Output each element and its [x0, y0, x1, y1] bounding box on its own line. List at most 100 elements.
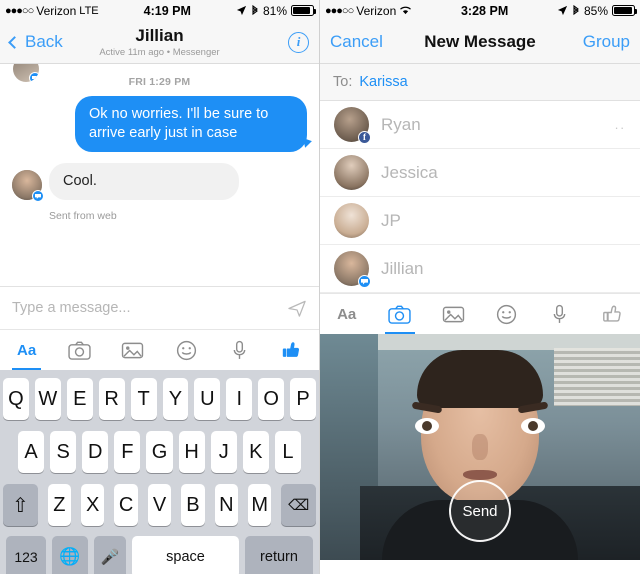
key-l[interactable]: L	[274, 431, 301, 473]
key-w[interactable]: W	[34, 378, 61, 420]
sticker-smiley-icon[interactable]	[480, 294, 533, 334]
key-n[interactable]: N	[214, 484, 238, 526]
camera-icon[interactable]	[53, 330, 106, 370]
cancel-button[interactable]: Cancel	[330, 32, 383, 52]
to-label: To:	[333, 74, 353, 90]
list-item[interactable]: Jillian	[320, 245, 640, 293]
avatar	[334, 251, 371, 288]
key-b[interactable]: B	[181, 484, 205, 526]
battery-icon	[612, 5, 637, 16]
recipient-value[interactable]: Karissa	[359, 74, 407, 90]
send-arrow-icon[interactable]	[288, 299, 307, 318]
back-label: Back	[25, 32, 63, 51]
microphone-icon[interactable]	[533, 294, 586, 334]
globe-icon[interactable]: 🌐	[52, 536, 88, 574]
keyboard-row-3: ⇧ Z X C V B N M ⌫	[3, 484, 317, 526]
aa-text-icon[interactable]: Aa	[0, 330, 53, 370]
location-arrow-icon	[557, 5, 568, 16]
aa-text-icon[interactable]: Aa	[320, 294, 373, 334]
list-item[interactable]: Jessica	[320, 149, 640, 197]
selfie-mouth	[463, 470, 497, 480]
bluetooth-icon	[251, 4, 259, 17]
key-m[interactable]: M	[247, 484, 272, 526]
key-h[interactable]: H	[178, 431, 205, 473]
key-i[interactable]: I	[226, 378, 253, 420]
sent-from-label: Sent from web	[49, 210, 117, 223]
sticker-smiley-icon[interactable]	[160, 330, 213, 370]
status-right-group: 85%	[557, 4, 637, 18]
key-t[interactable]: T	[130, 378, 157, 420]
left-attachment-bar[interactable]: Aa	[0, 329, 319, 370]
avatar	[12, 170, 44, 203]
messenger-badge-icon	[29, 72, 39, 82]
group-button[interactable]: Group	[583, 32, 630, 52]
key-r[interactable]: R	[98, 378, 125, 420]
key-s[interactable]: S	[50, 431, 77, 473]
key-a[interactable]: A	[18, 431, 45, 473]
return-key[interactable]: return	[245, 536, 313, 574]
selfie-eye-right	[521, 418, 545, 434]
recipient-field[interactable]: To: Karissa	[320, 64, 640, 101]
conversation-thread[interactable]: FRI 1:29 PM Ok no worries. I'll be sure …	[0, 64, 319, 286]
key-p[interactable]: P	[290, 378, 317, 420]
selfie-nose	[472, 434, 488, 460]
key-v[interactable]: V	[147, 484, 172, 526]
list-item[interactable]: JP	[320, 197, 640, 245]
photo-library-icon[interactable]	[427, 294, 480, 334]
contact-name: JP	[381, 210, 401, 230]
right-attachment-bar[interactable]: Aa	[320, 293, 640, 334]
avatar: f	[334, 107, 371, 144]
info-icon: i	[288, 31, 309, 53]
key-y[interactable]: Y	[162, 378, 189, 420]
thumbs-up-icon[interactable]	[266, 330, 319, 370]
key-f[interactable]: F	[114, 431, 141, 473]
key-u[interactable]: U	[194, 378, 221, 420]
keyboard-row-2: A S D F G H J K L	[3, 431, 316, 473]
camera-icon[interactable]	[373, 294, 426, 334]
numbers-key[interactable]: 123	[6, 536, 46, 574]
right-phone-screen: ●●●○○ Verizon 3:28 PM 85% Cancel New Mes…	[320, 0, 640, 574]
status-left-group: ●●●○○ Verizon LTE	[5, 4, 99, 18]
message-row-incoming: Cool.	[0, 163, 319, 203]
left-status-bar: ●●●○○ Verizon LTE 4:19 PM 81%	[0, 0, 319, 21]
key-k[interactable]: K	[242, 431, 269, 473]
status-time: 3:28 PM	[460, 3, 509, 18]
on-screen-keyboard[interactable]: Q W E R T Y U I O P A S D F G H J K L ⇧ …	[0, 370, 319, 574]
typing-indicator: ..	[614, 117, 626, 132]
list-item[interactable]: f Ryan ..	[320, 101, 640, 149]
photo-library-icon[interactable]	[106, 330, 159, 370]
message-timestamp: FRI 1:29 PM	[128, 76, 191, 88]
back-button[interactable]: Back	[8, 32, 63, 52]
key-j[interactable]: J	[210, 431, 237, 473]
key-e[interactable]: E	[66, 378, 93, 420]
left-phone-screen: ●●●○○ Verizon LTE 4:19 PM 81% Back Jilli…	[0, 0, 320, 574]
keyboard-row-4: 123 🌐 🎤 space return	[3, 536, 316, 574]
message-input[interactable]: Type a message...	[12, 300, 288, 316]
microphone-icon[interactable]: 🎤	[94, 536, 126, 574]
contact-name: Jessica	[381, 162, 438, 182]
info-button[interactable]: i	[288, 31, 309, 53]
wifi-icon	[399, 5, 412, 16]
backspace-key[interactable]: ⌫	[281, 484, 317, 526]
thumbs-up-icon[interactable]	[587, 294, 640, 334]
key-g[interactable]: G	[146, 431, 173, 473]
carrier-label: Verizon	[356, 3, 397, 18]
key-d[interactable]: D	[82, 431, 109, 473]
send-button[interactable]: Send	[449, 480, 511, 542]
key-c[interactable]: C	[114, 484, 138, 526]
space-key[interactable]: space	[132, 536, 239, 574]
camera-preview[interactable]: Send	[320, 334, 640, 560]
shift-key[interactable]: ⇧	[3, 484, 38, 526]
key-q[interactable]: Q	[2, 378, 29, 420]
signal-dots-icon: ●●●○○	[5, 4, 34, 17]
contact-suggestion-list[interactable]: f Ryan .. Jessica JP Jillian	[320, 101, 640, 293]
right-nav-bar: Cancel New Message Group	[320, 21, 640, 64]
microphone-icon[interactable]	[213, 330, 266, 370]
message-composer[interactable]: Type a message...	[0, 286, 319, 329]
key-x[interactable]: X	[81, 484, 105, 526]
bluetooth-icon	[572, 4, 580, 17]
selfie-hair	[417, 350, 543, 408]
key-o[interactable]: O	[258, 378, 285, 420]
message-bubble-incoming: Cool.	[49, 163, 239, 201]
key-z[interactable]: Z	[47, 484, 72, 526]
